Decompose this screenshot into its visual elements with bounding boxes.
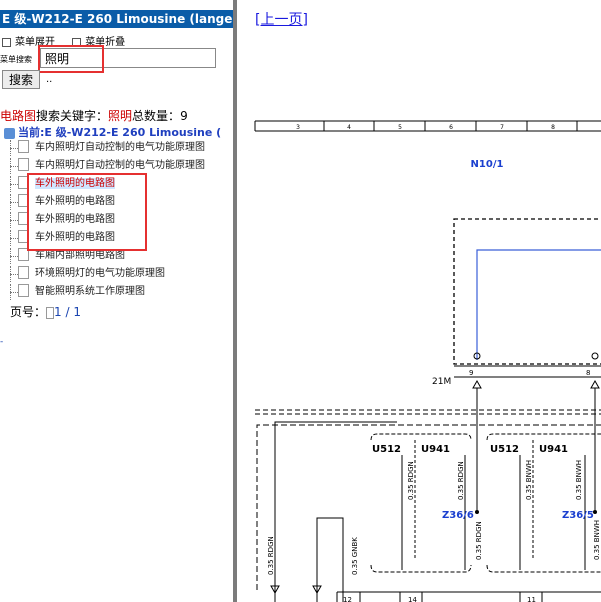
tree-item[interactable]: 车外照明的电路图 [4,193,115,210]
column-number: 6 [449,124,453,131]
component-label: N10/1 [471,159,504,170]
folder-icon [4,127,15,139]
connector-label: U512 [372,444,401,455]
wire-label: 0.35 BNWH [593,520,601,560]
pin-circle [591,352,599,360]
document-icon [18,283,29,297]
splice-label: Z36/6 [442,510,474,521]
tree-item[interactable]: 车内照明灯自动控制的电气功能原理图 [4,139,205,156]
tree-item[interactable]: 车内照明灯自动控制的电气功能原理图 [4,157,205,174]
column-ruler: 3 4 5 6 7 8 [254,120,601,132]
pager: 页号： 1 / 1 [10,303,81,320]
tree-item-label[interactable]: 车内照明灯自动控制的电气功能原理图 [35,160,205,171]
tree-item[interactable]: 环境照明灯的电气功能原理图 [4,265,165,282]
connector-arrow [472,379,482,389]
connector-label: U941 [421,444,450,455]
tree-item-label[interactable]: 车外照明的电路图 [35,196,115,207]
current-node[interactable]: 当前:E 级-W212-E 260 Limousine ( [4,124,221,140]
connector-arrow [590,379,600,389]
component-box [453,218,601,365]
menu-collapse-link[interactable]: 菜单折叠 [85,37,125,48]
sidebar-panel: E 级-W212-E 260 Limousine (langer Rad 菜单展… [0,0,233,602]
tree-item-label[interactable]: 车外照明的电路图 [35,178,115,189]
tree-item-label[interactable]: 环境照明灯的电气功能原理图 [35,268,165,279]
page-label: 页号： [10,305,47,319]
tree-item-label[interactable]: 车外照明的电路图 [35,214,115,225]
document-icon [18,157,29,171]
column-number: 7 [500,124,504,131]
ground-label: 21M [432,377,451,387]
column-number: 4 [347,124,351,131]
search-input[interactable] [40,48,216,68]
page-marker-icon [46,306,55,319]
internal-wire [476,249,601,360]
sidebar-title: E 级-W212-E 260 Limousine (langer Rad [0,10,233,28]
tree-item-label[interactable]: 车外照明的电路图 [35,232,115,243]
document-icon [18,175,29,189]
connector-label: U941 [539,444,568,455]
document-icon [18,211,29,225]
tree-item[interactable]: 车外照明的电路图 [4,229,115,246]
search-result-summary: 电路图搜索关键字：照明总数量：9 [0,107,188,124]
search-label: 菜单搜索 [0,55,32,64]
column-number: 3 [296,124,300,131]
wiring-diagram: 3 4 5 6 7 8 N10/1 9 8 21M U512 U941 U512 [254,120,601,602]
column-number: 8 [551,124,555,131]
pin-number: 12 [343,596,352,602]
tree-item[interactable]: 车厢内部照明电路图 [4,247,125,264]
splice-label: Z36/5 [562,510,594,521]
menu-expand-link[interactable]: 菜单展开 [15,37,55,48]
document-icon [18,229,29,243]
wire-label: 0.35 BNWH [525,460,533,500]
dots-text: .. [46,74,53,85]
document-icon [18,247,29,261]
menu-toggle-row: 菜单展开 菜单折叠 [2,33,139,48]
connector-label: U512 [490,444,519,455]
wire-label: 0.35 RDGN [457,461,465,500]
result-total: 9 [180,109,188,123]
current-node-label: 当前:E 级-W212-E 260 Limousine ( [18,126,222,139]
pin-number: 8 [586,369,590,377]
tree-item[interactable]: 智能照明系统工作原理图 [4,283,145,300]
small-link[interactable]: - [0,337,3,347]
result-category: 电路图 [0,109,37,123]
pin-number: 11 [527,596,536,602]
tree-item-selected[interactable]: 车外照明的电路图 [4,175,115,192]
collapse-icon [72,37,82,47]
tree-item-label[interactable]: 车内照明灯自动控制的电气功能原理图 [35,142,205,153]
result-total-label: 总数量： [132,109,181,123]
tree-item[interactable]: 车外照明的电路图 [4,211,115,228]
result-keyword-label: 搜索关键字： [36,109,109,123]
diagram-panel: [上一页] 3 4 5 6 7 8 N10/1 9 8 21M U512 U94… [237,0,601,602]
wire-label: 0.35 RDGN [475,521,483,560]
document-icon [18,265,29,279]
tree-item-label[interactable]: 智能照明系统工作原理图 [35,286,145,297]
tree-item-label[interactable]: 车厢内部照明电路图 [35,250,125,261]
wire-label: 0.35 BNWH [575,460,583,500]
page-number[interactable]: 1 / 1 [54,305,81,319]
document-icon [18,139,29,153]
pin-number: 9 [469,369,473,377]
document-icon [18,193,29,207]
wire-label: 0.35 GNBK [351,537,359,575]
expand-icon [2,37,11,47]
pin-number: 14 [408,596,417,602]
search-button[interactable]: 搜索 [2,70,40,89]
column-number: 5 [398,124,402,131]
result-keyword: 照明 [108,109,133,123]
wire-label: 0.35 RDGN [267,536,275,575]
wire-label: 0.35 RDGN [407,461,415,500]
